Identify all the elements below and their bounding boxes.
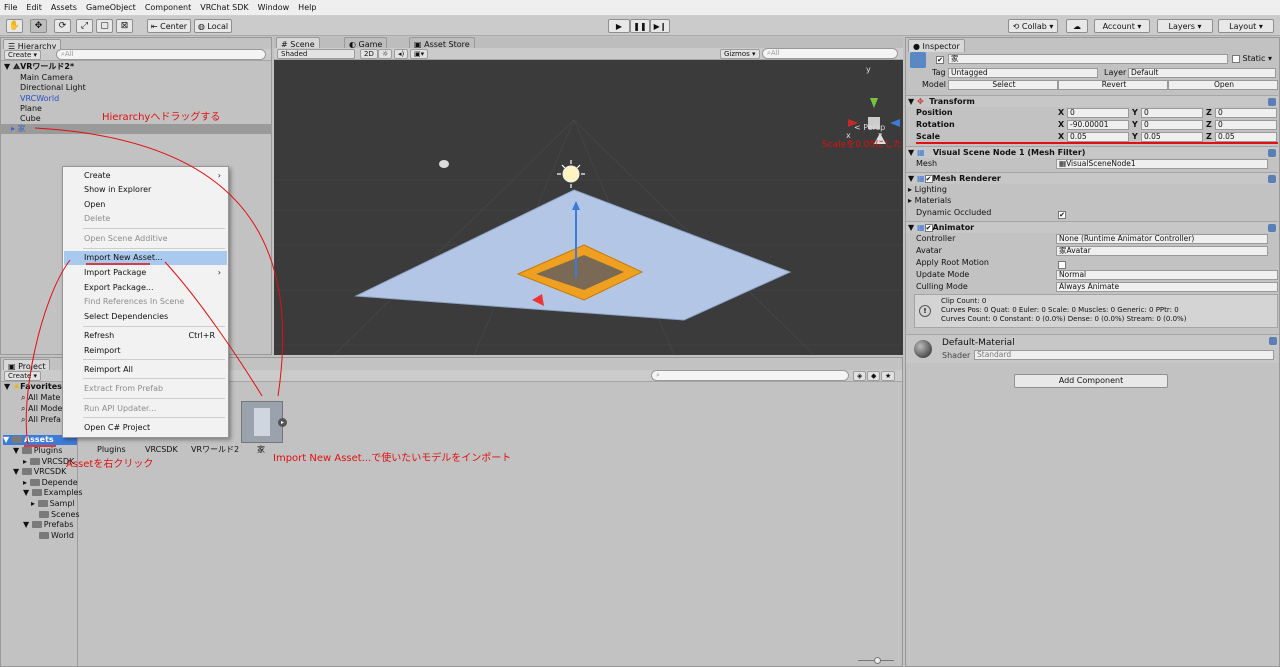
annotation-drag-to-hierarchy: Hierarchyへドラッグする bbox=[102, 112, 221, 123]
annotation-import-new-asset: Import New Asset...で使いたいモデルをインポート bbox=[273, 453, 512, 464]
annotation-arrows bbox=[25, 127, 284, 445]
annotation-overlay bbox=[24, 127, 284, 447]
arrow-assets-to-menu bbox=[25, 259, 71, 445]
annotation-scale: Scaleを0.05にした bbox=[822, 140, 903, 150]
annotation-right-click-assets: Assetを右クリック bbox=[66, 459, 154, 470]
arrow-menu-to-thumbnail bbox=[164, 261, 263, 397]
arrow-thumbnail-to-hierarchy bbox=[34, 127, 284, 397]
